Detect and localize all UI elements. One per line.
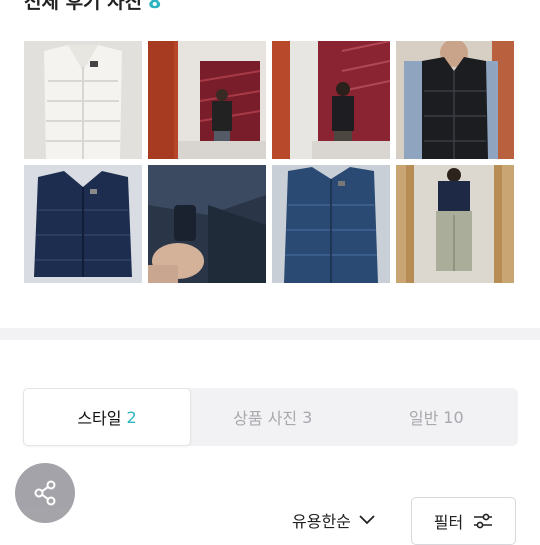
review-photo[interactable] xyxy=(396,165,514,283)
tab-product-photo[interactable]: 상품 사진 3 xyxy=(191,388,355,446)
title-text: 전체 후기 사진 xyxy=(24,0,143,13)
tab-label: 상품 사진 xyxy=(233,409,298,428)
filter-label: 필터 xyxy=(433,513,464,532)
tab-label: 스타일 xyxy=(77,409,122,428)
reviews-photo-title: 전체 후기 사진 8 xyxy=(24,0,161,14)
review-photo[interactable] xyxy=(148,41,266,159)
review-photo[interactable] xyxy=(148,165,266,283)
review-photo[interactable] xyxy=(272,41,390,159)
tab-count: 3 xyxy=(302,407,313,427)
sort-label: 유용한순 xyxy=(292,512,351,531)
sort-dropdown[interactable]: 유용한순 xyxy=(292,508,375,532)
section-divider xyxy=(0,328,540,340)
photo-grid xyxy=(24,41,516,283)
photo-count: 8 xyxy=(148,0,162,13)
review-photo[interactable] xyxy=(24,41,142,159)
tab-label: 일반 xyxy=(408,409,439,428)
share-button[interactable] xyxy=(15,463,75,523)
tab-style[interactable]: 스타일 2 xyxy=(23,388,191,446)
tab-general[interactable]: 일반 10 xyxy=(355,388,519,446)
chevron-down-icon xyxy=(359,515,375,525)
sliders-icon xyxy=(474,513,493,529)
tab-count: 2 xyxy=(126,407,137,427)
review-photo[interactable] xyxy=(396,41,514,159)
tab-count: 10 xyxy=(443,407,464,427)
share-icon xyxy=(34,480,56,506)
review-tabs: 스타일 2 상품 사진 3 일반 10 xyxy=(23,388,518,446)
review-photo[interactable] xyxy=(24,165,142,283)
filter-button[interactable]: 필터 xyxy=(411,497,516,545)
review-photo[interactable] xyxy=(272,165,390,283)
